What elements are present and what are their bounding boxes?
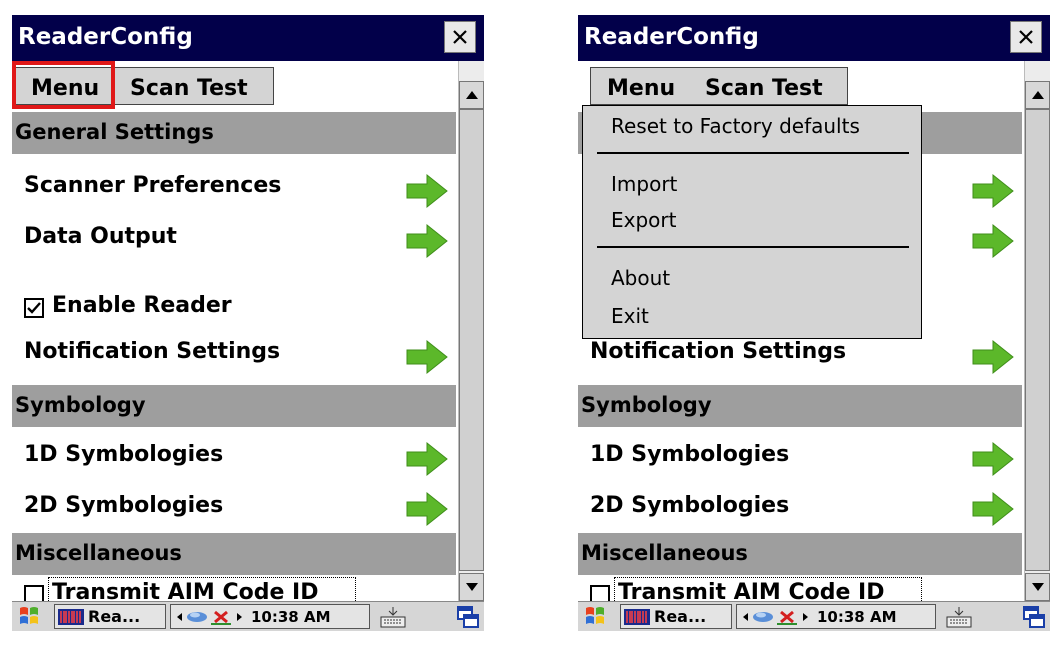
menu-bar: Menu Scan Test <box>12 61 458 109</box>
arrow-right-icon[interactable] <box>971 441 1015 477</box>
menu-bar: Menu Scan Test <box>578 61 1024 109</box>
scroll-up-button[interactable] <box>459 81 484 109</box>
reset-factory-defaults-item[interactable]: Reset to Factory defaults <box>611 114 860 138</box>
network-icon <box>177 610 242 625</box>
data-output-label[interactable]: Data Output <box>24 224 177 249</box>
import-item[interactable]: Import <box>611 172 677 196</box>
taskbar-app-button[interactable]: Rea... <box>620 604 732 629</box>
taskbar-app-label: Rea... <box>88 607 141 626</box>
window-title: ReaderConfig <box>18 24 193 50</box>
menu-separator <box>597 246 909 248</box>
scan-test-button[interactable]: Scan Test <box>130 76 248 101</box>
clock: 10:38 AM <box>251 608 331 626</box>
focus-rectangle <box>48 577 356 601</box>
barcode-app-icon <box>58 609 84 625</box>
windows-start-icon[interactable] <box>584 605 606 627</box>
section-label: Symbology <box>15 393 146 417</box>
keyboard-icon[interactable] <box>945 605 973 629</box>
section-label: Miscellaneous <box>15 541 182 565</box>
right-screen: ReaderConfig Menu Scan Test Notification… <box>578 15 1050 631</box>
notification-settings-label[interactable]: Notification Settings <box>24 339 280 364</box>
close-icon <box>1019 30 1033 44</box>
transmit-aim-checkbox[interactable] <box>24 585 44 601</box>
scroll-down-button[interactable] <box>1025 573 1050 601</box>
menu-highlight-annotation <box>12 61 115 109</box>
section-symbology: Symbology <box>578 385 1022 427</box>
focus-rectangle <box>614 577 922 601</box>
scrollbar[interactable] <box>458 61 484 601</box>
export-item[interactable]: Export <box>611 208 676 232</box>
section-symbology: Symbology <box>12 385 456 427</box>
window-switch-icon[interactable] <box>456 605 480 629</box>
transmit-aim-checkbox[interactable] <box>590 585 610 601</box>
system-tray[interactable]: 10:38 AM <box>736 604 936 629</box>
window-switch-icon[interactable] <box>1022 605 1046 629</box>
triangle-up-icon <box>466 91 478 99</box>
triangle-down-icon <box>466 583 478 591</box>
taskbar-app-label: Rea... <box>654 607 707 626</box>
triangle-up-icon <box>1032 91 1044 99</box>
scroll-thumb[interactable] <box>459 109 484 571</box>
system-tray[interactable]: 10:38 AM <box>170 604 370 629</box>
barcode-app-icon <box>624 609 650 625</box>
arrow-right-icon[interactable] <box>971 223 1015 259</box>
notification-settings-label[interactable]: Notification Settings <box>590 339 846 364</box>
arrow-right-icon[interactable] <box>971 173 1015 209</box>
scroll-up-button[interactable] <box>1025 81 1050 109</box>
arrow-right-icon[interactable] <box>971 491 1015 527</box>
menu-separator <box>597 152 909 154</box>
left-screen: ReaderConfig Menu Scan Test General Sett… <box>12 15 484 631</box>
arrow-right-icon[interactable] <box>405 173 449 209</box>
taskbar: Rea... 10:38 AM <box>12 601 484 631</box>
2d-symbologies-label[interactable]: 2D Symbologies <box>590 493 789 518</box>
scanner-preferences-label[interactable]: Scanner Preferences <box>24 173 281 198</box>
scroll-thumb[interactable] <box>1025 109 1050 571</box>
1d-symbologies-label[interactable]: 1D Symbologies <box>590 442 789 467</box>
title-bar: ReaderConfig <box>12 15 484 61</box>
checkmark-icon <box>27 302 41 314</box>
2d-symbologies-label[interactable]: 2D Symbologies <box>24 493 223 518</box>
title-bar: ReaderConfig <box>578 15 1050 61</box>
arrow-right-icon[interactable] <box>405 441 449 477</box>
arrow-right-icon[interactable] <box>405 491 449 527</box>
clock: 10:38 AM <box>817 608 897 626</box>
menu-box: Menu Scan Test <box>590 67 848 105</box>
scrollbar[interactable] <box>1024 61 1050 601</box>
arrow-right-icon[interactable] <box>405 339 449 375</box>
section-miscellaneous: Miscellaneous <box>12 533 456 575</box>
1d-symbologies-label[interactable]: 1D Symbologies <box>24 442 223 467</box>
arrow-right-icon[interactable] <box>971 339 1015 375</box>
taskbar: Rea... 10:38 AM <box>578 601 1050 631</box>
triangle-down-icon <box>1032 583 1044 591</box>
exit-item[interactable]: Exit <box>611 304 649 328</box>
close-icon <box>453 30 467 44</box>
section-label: Symbology <box>581 393 712 417</box>
section-general-settings: General Settings <box>12 112 456 154</box>
scroll-down-button[interactable] <box>459 573 484 601</box>
menu-button[interactable]: Menu <box>607 76 675 101</box>
section-label: Miscellaneous <box>581 541 748 565</box>
window-title: ReaderConfig <box>584 24 759 50</box>
enable-reader-checkbox[interactable] <box>24 298 44 318</box>
section-miscellaneous: Miscellaneous <box>578 533 1022 575</box>
menu-dropdown: Reset to Factory defaults Import Export … <box>582 105 922 339</box>
taskbar-app-button[interactable]: Rea... <box>54 604 166 629</box>
arrow-right-icon[interactable] <box>405 223 449 259</box>
windows-start-icon[interactable] <box>18 605 40 627</box>
scan-test-button[interactable]: Scan Test <box>705 76 823 101</box>
close-button[interactable] <box>444 21 476 53</box>
settings-list: General Settings Scanner Preferences Dat… <box>12 109 458 601</box>
enable-reader-label[interactable]: Enable Reader <box>52 293 232 318</box>
keyboard-icon[interactable] <box>379 605 407 629</box>
about-item[interactable]: About <box>611 266 670 290</box>
network-icon <box>743 610 808 625</box>
close-button[interactable] <box>1010 21 1042 53</box>
section-label: General Settings <box>15 120 214 144</box>
